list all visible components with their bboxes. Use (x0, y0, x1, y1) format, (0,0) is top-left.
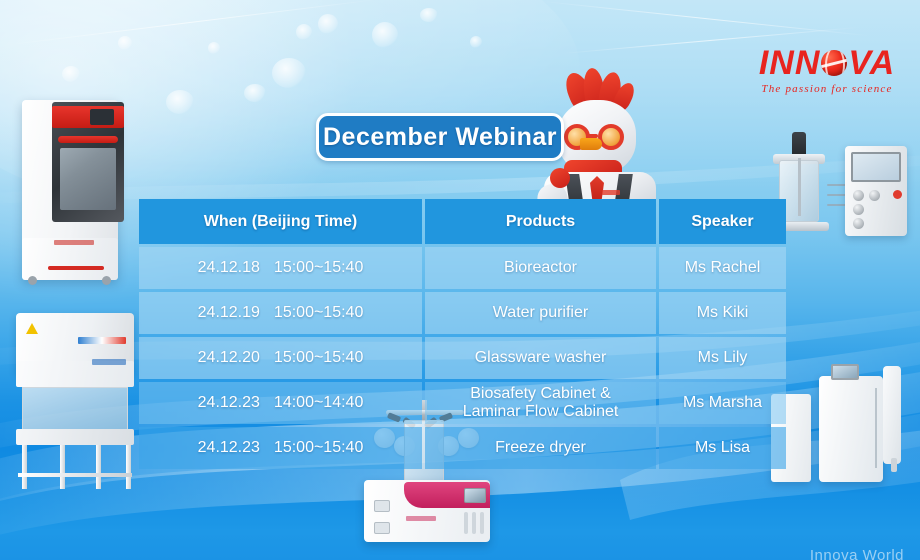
table-row: 24.12.23 15:00~15:40 Freeze dryer Ms Lis… (139, 427, 786, 469)
bokeh-dot (420, 8, 438, 22)
cell-product: Glassware washer (425, 337, 656, 379)
cell-product-line2: Laminar Flow Cabinet (462, 403, 619, 420)
cell-date: 24.12.20 (197, 349, 260, 366)
bokeh-dot (118, 36, 132, 50)
bokeh-dot (318, 14, 338, 34)
cell-product: Water purifier (425, 292, 656, 334)
bokeh-dot (272, 58, 306, 88)
logo-wordmark: INN VA (748, 46, 906, 80)
bokeh-dot (62, 66, 80, 82)
logo-text-part2: VA (848, 44, 896, 82)
cell-product: Biosafety Cabinet & Laminar Flow Cabinet (425, 382, 656, 424)
cell-speaker: Ms Marsha (659, 382, 786, 424)
cell-time: 15:00~15:40 (273, 259, 364, 276)
webinar-poster: INN VA The passion for science December … (0, 0, 920, 560)
cell-time: 15:00~15:40 (273, 349, 364, 366)
cell-time: 14:00~14:40 (273, 394, 364, 411)
cell-product: Bioreactor (425, 247, 656, 289)
cell-date: 24.12.23 (197, 394, 260, 411)
bokeh-dot (372, 22, 398, 48)
water-purifier-photo (765, 358, 920, 490)
cell-when: 24.12.23 15:00~15:40 (139, 427, 422, 469)
cell-time: 15:00~15:40 (273, 304, 364, 321)
cell-speaker: Ms Kiki (659, 292, 786, 334)
cell-product: Freeze dryer (425, 427, 656, 469)
cell-speaker: Ms Lisa (659, 427, 786, 469)
innova-logo: INN VA The passion for science (748, 46, 906, 95)
column-header-products: Products (425, 199, 656, 244)
logo-tagline: The passion for science (761, 83, 893, 95)
cell-product-line1: Biosafety Cabinet & (470, 385, 611, 403)
table-row: 24.12.19 15:00~15:40 Water purifier Ms K… (139, 292, 786, 334)
globe-icon (821, 50, 848, 76)
column-header-speaker: Speaker (659, 199, 786, 244)
table-row: 24.12.23 14:00~14:40 Biosafety Cabinet &… (139, 382, 786, 424)
table-row: 24.12.18 15:00~15:40 Bioreactor Ms Rache… (139, 247, 786, 289)
cell-time: 15:00~15:40 (273, 439, 364, 456)
bioreactor-photo (765, 128, 915, 256)
bokeh-dot (296, 24, 312, 40)
cell-when: 24.12.20 15:00~15:40 (139, 337, 422, 379)
bokeh-dot (208, 42, 220, 54)
table-row: 24.12.20 15:00~15:40 Glassware washer Ms… (139, 337, 786, 379)
column-header-when: When (Beijing Time) (139, 199, 422, 244)
cell-when: 24.12.18 15:00~15:40 (139, 247, 422, 289)
footer-cropped-text: Innova World (809, 547, 904, 560)
title-banner: December Webinar (316, 113, 564, 161)
cell-when: 24.12.19 15:00~15:40 (139, 292, 422, 334)
cell-speaker: Ms Lily (659, 337, 786, 379)
cell-date: 24.12.19 (197, 304, 260, 321)
page-title: December Webinar (322, 122, 557, 151)
webinar-schedule-table: When (Beijing Time) Products Speaker 24.… (139, 199, 786, 469)
cell-speaker: Ms Rachel (659, 247, 786, 289)
bokeh-dot (470, 36, 482, 48)
cell-date: 24.12.23 (197, 439, 260, 456)
bokeh-dot (244, 84, 266, 102)
bokeh-dot (166, 90, 194, 114)
table-header-row: When (Beijing Time) Products Speaker (139, 199, 786, 244)
biosafety-cabinet-photo (4, 305, 146, 490)
cell-date: 24.12.18 (197, 259, 260, 276)
logo-text-part1: INN (758, 44, 821, 82)
cell-when: 24.12.23 14:00~14:40 (139, 382, 422, 424)
glassware-washer-photo (18, 88, 130, 285)
